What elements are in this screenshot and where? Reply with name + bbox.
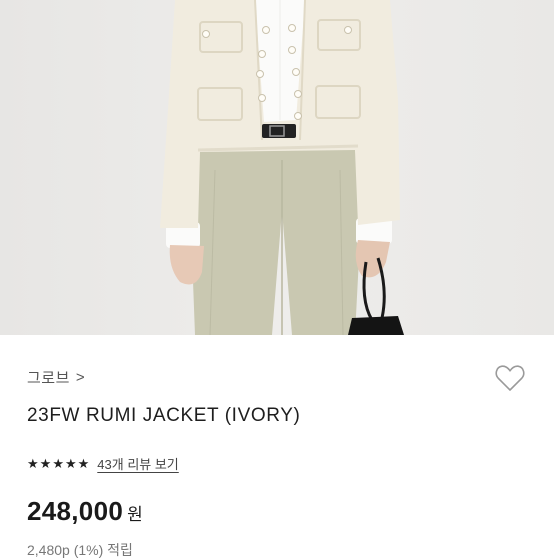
product-info: 그로브 > 23FW RUMI JACKET (IVORY) ★ ★ ★ ★ ★… xyxy=(0,335,554,558)
rating-row: ★ ★ ★ ★ ★ 43개 리뷰 보기 xyxy=(27,454,179,473)
price: 248,000 원 xyxy=(27,496,143,527)
star-icon: ★ xyxy=(27,456,39,471)
star-icon: ★ xyxy=(64,456,77,471)
price-currency: 원 xyxy=(127,505,143,524)
brand-link[interactable]: 그로브 > xyxy=(27,367,85,388)
star-icon: ★ xyxy=(39,456,52,471)
product-image xyxy=(0,0,554,335)
brand-name[interactable]: 그로브 xyxy=(27,367,70,388)
review-link[interactable]: 43개 리뷰 보기 xyxy=(97,454,178,473)
price-value: 248,000 xyxy=(27,496,124,526)
star-rating: ★ ★ ★ ★ ★ xyxy=(27,457,89,470)
product-photo[interactable] xyxy=(0,0,554,335)
heart-outline-icon xyxy=(495,365,525,391)
star-icon: ★ xyxy=(77,456,90,471)
product-title: 23FW RUMI JACKET (IVORY) xyxy=(27,405,301,426)
star-icon: ★ xyxy=(52,456,64,471)
reward-points: 2,480p (1%) 적립 xyxy=(27,542,133,558)
chevron-right-icon: > xyxy=(75,369,85,386)
wishlist-button[interactable] xyxy=(494,363,526,393)
